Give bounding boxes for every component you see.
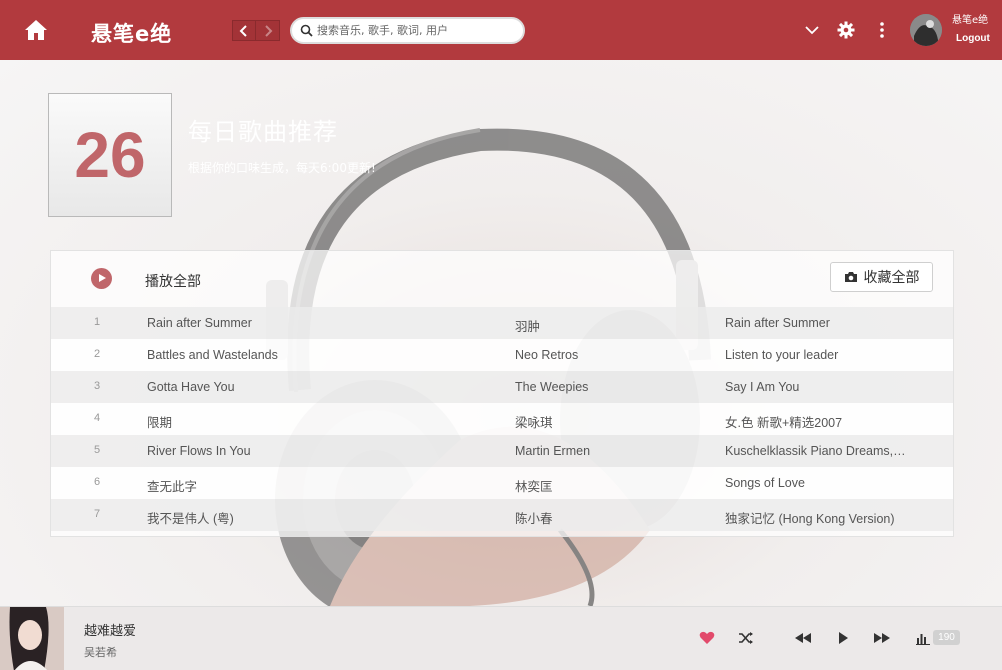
track-artist[interactable]: Martin Ermen: [515, 444, 705, 458]
page-subtitle: 根据你的口味生成，每天6:00更新!: [188, 161, 376, 175]
track-artist[interactable]: 林奕匡: [515, 476, 705, 495]
track-artist[interactable]: The Weepies: [515, 380, 705, 394]
track-row[interactable]: 4 限期 梁咏琪 女.色 新歌+精选2007: [51, 403, 953, 435]
top-bar: 悬笔e绝 搜索音乐, 歌手, 歌词, 用户 悬笔e绝 Logout: [0, 0, 1002, 60]
track-title[interactable]: Gotta Have You: [147, 380, 487, 394]
track-number: 7: [93, 508, 101, 520]
track-number: 5: [93, 444, 101, 456]
track-row[interactable]: 1 Rain after Summer 羽肿 Rain after Summer: [51, 307, 953, 339]
forward-button[interactable]: [256, 20, 280, 41]
chevron-down-icon[interactable]: [802, 20, 822, 40]
now-playing-artist[interactable]: 吴若希: [84, 644, 117, 660]
track-album[interactable]: Say I Am You: [725, 380, 907, 394]
collect-all-button[interactable]: 收藏全部: [830, 262, 933, 292]
camera-icon: [844, 272, 857, 282]
track-album[interactable]: Kuschelklassik Piano Dreams, Vol. 2: [725, 444, 907, 458]
volume-value: 190: [933, 630, 960, 645]
track-title[interactable]: River Flows In You: [147, 444, 487, 458]
track-number: 1: [93, 316, 101, 328]
next-track-icon[interactable]: [873, 630, 891, 646]
brand-logo[interactable]: 悬笔e绝: [91, 18, 172, 48]
collect-all-label: 收藏全部: [863, 270, 920, 286]
previous-track-icon[interactable]: [794, 630, 812, 646]
track-list-panel: 播放全部 收藏全部 1 Rain after Summer 羽肿 Rain after…: [50, 250, 954, 537]
track-list-header: 播放全部 收藏全部: [51, 251, 953, 307]
heart-icon[interactable]: [698, 630, 716, 646]
logout-link[interactable]: Logout: [956, 33, 990, 44]
play-circle-icon[interactable]: [91, 268, 112, 289]
track-number: 6: [93, 476, 101, 488]
track-album[interactable]: Songs of Love: [725, 476, 907, 490]
user-name[interactable]: 悬笔e绝: [952, 11, 988, 26]
track-number: 4: [93, 412, 101, 424]
play-all-button[interactable]: 播放全部: [145, 271, 201, 291]
track-row[interactable]: 5 River Flows In You Martin Ermen Kuschelkl…: [51, 435, 953, 467]
track-row[interactable]: 2 Battles and Wastelands Neo Retros Listen …: [51, 339, 953, 371]
chevron-left-icon: [239, 24, 247, 37]
track-artist[interactable]: 羽肿: [515, 316, 705, 335]
track-title[interactable]: 查无此字: [147, 476, 487, 495]
gear-icon[interactable]: [836, 20, 856, 40]
daily-recommend-page: 26 每日歌曲推荐 根据你的口味生成，每天6:00更新! 播放全部 收藏全部 1…: [0, 60, 1002, 606]
avatar[interactable]: [910, 14, 942, 46]
back-button[interactable]: [232, 20, 256, 41]
search-icon: [300, 24, 313, 37]
now-playing-title[interactable]: 越难越爱: [84, 620, 136, 639]
track-album[interactable]: 独家记忆 (Hong Kong Version): [725, 508, 907, 527]
page-title: 每日歌曲推荐: [188, 118, 338, 146]
track-title[interactable]: 限期: [147, 412, 487, 431]
track-number: 2: [93, 348, 101, 360]
shuffle-icon[interactable]: [737, 630, 755, 646]
volume-bars-icon[interactable]: [914, 630, 932, 646]
play-icon[interactable]: [834, 630, 852, 646]
player-bar: 越难越爱 吴若希 190: [0, 606, 1002, 670]
chevron-right-icon: [264, 24, 272, 37]
track-row[interactable]: 3 Gotta Have You The Weepies Say I Am You: [51, 371, 953, 403]
track-number: 3: [93, 380, 101, 392]
track-album[interactable]: Listen to your leader: [725, 348, 907, 362]
search-box: [290, 17, 525, 44]
track-artist[interactable]: 梁咏琪: [515, 412, 705, 431]
track-title[interactable]: Rain after Summer: [147, 316, 487, 330]
history-nav: [232, 20, 280, 41]
home-icon[interactable]: [24, 19, 48, 41]
track-artist[interactable]: Neo Retros: [515, 348, 705, 362]
track-title[interactable]: Battles and Wastelands: [147, 348, 487, 362]
album-cover[interactable]: [0, 607, 64, 670]
more-vertical-icon[interactable]: [872, 20, 892, 40]
track-artist[interactable]: 陈小春: [515, 508, 705, 527]
track-album[interactable]: 女.色 新歌+精选2007: [725, 412, 907, 431]
track-title[interactable]: 我不是伟人 (粤): [147, 508, 487, 527]
date-card: 26: [48, 93, 172, 217]
date-day: 26: [74, 119, 146, 191]
track-row[interactable]: 7 我不是伟人 (粤) 陈小春 独家记忆 (Hong Kong Version): [51, 499, 953, 531]
track-album[interactable]: Rain after Summer: [725, 316, 907, 330]
search-input[interactable]: [317, 24, 512, 37]
track-row[interactable]: 6 查无此字 林奕匡 Songs of Love: [51, 467, 953, 499]
